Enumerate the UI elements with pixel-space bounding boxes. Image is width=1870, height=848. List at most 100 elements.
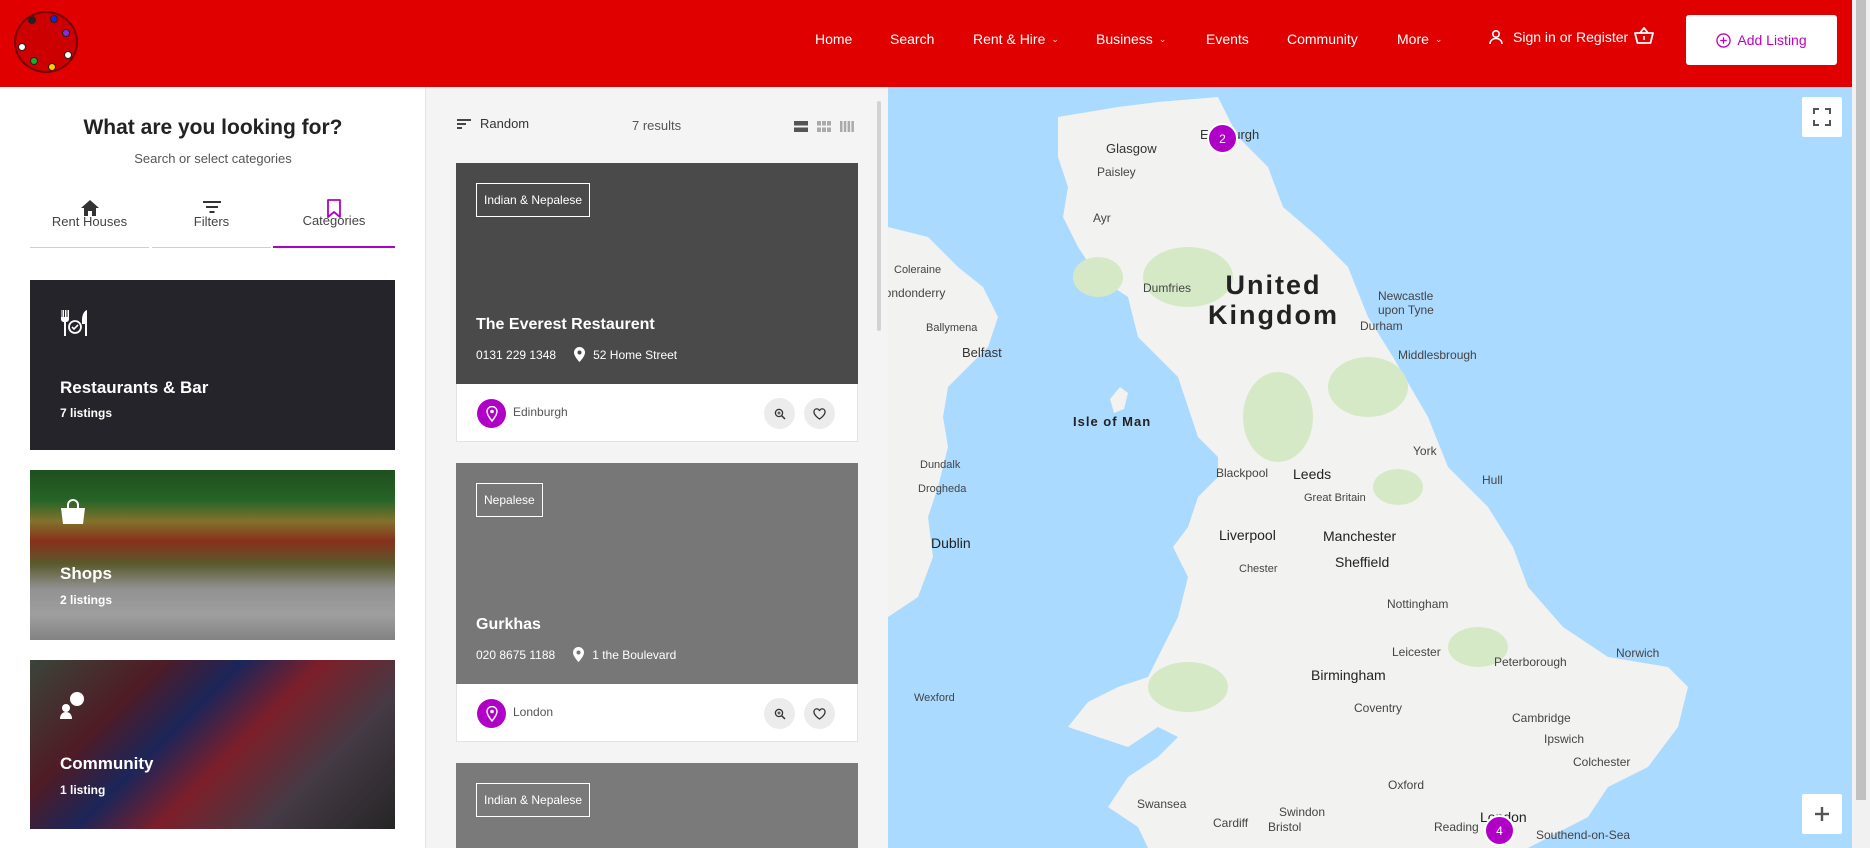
sort-dropdown[interactable]: Random (456, 116, 529, 131)
category-name: Shops (60, 564, 112, 583)
tab-rent-houses[interactable]: Rent Houses (30, 191, 149, 248)
location-pin-icon (477, 699, 506, 728)
map-city-label: Blackpool (1216, 466, 1269, 480)
sidebar-title: What are you looking for? (83, 116, 343, 139)
sign-in-label: Sign in or Register (1513, 29, 1629, 45)
plus-circle-icon (1716, 32, 1732, 48)
listing-location[interactable]: London (513, 705, 553, 719)
scrollbar-thumb[interactable] (1856, 0, 1866, 800)
chevron-down-icon: ⌄ (1434, 33, 1443, 44)
map-city-label: Dumfries (1143, 281, 1192, 295)
page-scrollbar[interactable] (1852, 0, 1870, 848)
map-pin-icon (573, 647, 585, 662)
map-city-label: Reading (1434, 820, 1479, 834)
heart-icon[interactable] (804, 698, 835, 729)
site-logo[interactable] (14, 11, 78, 73)
chevron-down-icon: ⌄ (1158, 33, 1167, 44)
column-view-icon[interactable] (840, 119, 854, 132)
map-country-label: United Kingdom (1208, 270, 1339, 330)
map-cluster-marker[interactable]: 2 (1207, 123, 1238, 154)
category-name: Restaurants & Bar (60, 378, 209, 397)
cluster-count: 4 (1496, 823, 1503, 838)
listing-address: 52 Home Street (574, 347, 677, 362)
category-count: 7 listings (60, 406, 113, 420)
list-scrollbar[interactable] (877, 101, 881, 331)
restaurant-icon (58, 308, 90, 343)
map-land (888, 97, 1688, 848)
zoom-icon[interactable] (764, 398, 795, 429)
map-city-label: Swansea (1137, 797, 1187, 811)
listing-badge: Indian & Nepalese (476, 783, 591, 817)
logo-dot (28, 16, 36, 24)
nav-label: Events (1206, 31, 1249, 47)
tab-filters[interactable]: Filters (152, 191, 271, 248)
nav-label: Rent & Hire (973, 31, 1046, 47)
listing-title[interactable]: The Everest Restaurent (476, 316, 655, 334)
map-city-label: Dublin (931, 535, 971, 551)
map-city-label: Colchester (1573, 755, 1631, 769)
nav-community[interactable]: Community (1287, 31, 1358, 47)
zoom-in-button[interactable] (1802, 794, 1842, 834)
nav-business[interactable]: Business ⌄ (1096, 31, 1166, 47)
sort-label: Random (480, 116, 530, 131)
listing-card[interactable]: Nepalese Gurkhas 020 8675 1188 1 the Bou… (456, 463, 858, 742)
nav-events[interactable]: Events (1206, 31, 1249, 47)
sidebar-subtitle: Search or select categories (134, 151, 292, 166)
cluster-count: 2 (1219, 131, 1226, 146)
nav-search[interactable]: Search (890, 31, 934, 47)
listing-card[interactable]: Indian & Nepalese The Everest Restaurent… (456, 163, 858, 442)
listing-phone: 0131 229 1348 (476, 347, 557, 362)
tab-label: Rent Houses (51, 214, 128, 229)
map-city-label: Norwich (1616, 646, 1660, 660)
nav-rent-hire[interactable]: Rent & Hire ⌄ (973, 31, 1059, 47)
list-view-icon[interactable] (794, 119, 808, 132)
logo-dot (64, 51, 72, 59)
logo-dot (48, 63, 56, 71)
category-shops[interactable]: Shops 2 listings (30, 470, 395, 640)
map-view[interactable]: UnitedKingdom Isle of Man Glasgow Edinbu… (888, 87, 1852, 848)
map-city-label: Bristol (1268, 820, 1302, 834)
listing-address-text: 1 the Boulevard (592, 647, 677, 662)
heart-icon[interactable] (804, 398, 835, 429)
zoom-icon[interactable] (764, 698, 795, 729)
category-overlay (30, 660, 395, 829)
map-city-label: Sheffield (1335, 554, 1390, 570)
grid-view-icon[interactable] (817, 119, 831, 132)
add-listing-button[interactable]: Add Listing (1686, 15, 1837, 65)
shopping-bag-icon (58, 498, 88, 531)
nav-more[interactable]: More ⌄ (1397, 31, 1442, 47)
nav-label: Search (890, 31, 935, 47)
sign-in-link[interactable]: Sign in or Register (1488, 29, 1628, 45)
nav-label: Community (1287, 31, 1358, 47)
nav-label: More (1397, 31, 1429, 47)
logo-dot (30, 57, 38, 65)
map-city-label: Belfast (962, 345, 1002, 360)
listing-address-text: 52 Home Street (593, 347, 678, 362)
map-cluster-marker[interactable]: 4 (1484, 815, 1515, 846)
category-community[interactable]: Community 1 listing (30, 660, 395, 829)
listing-card[interactable]: Indian & Nepalese (456, 763, 858, 848)
map-city-label: Wexford (914, 692, 955, 704)
map-city-label: Ballymena (926, 322, 978, 334)
logo-dot (50, 15, 58, 23)
tab-categories[interactable]: Categories (273, 191, 395, 248)
map-city-label: Chester (1239, 563, 1278, 575)
map-city-label: York (1413, 444, 1437, 458)
map-city-label: Dundalk (920, 459, 961, 471)
logo-dot (62, 29, 70, 37)
map-city-label: Middlesbrough (1398, 348, 1477, 362)
category-restaurants-bar[interactable]: Restaurants & Bar 7 listings (30, 280, 395, 450)
nav-label: Business (1096, 31, 1153, 47)
basket-icon[interactable] (1634, 26, 1654, 50)
listing-location[interactable]: Edinburgh (513, 405, 568, 419)
map-city-label: Leicester (1392, 645, 1441, 659)
listing-title[interactable]: Gurkhas (476, 616, 541, 634)
listing-badge: Nepalese (476, 483, 543, 517)
map-city-label: Leeds (1293, 466, 1332, 482)
fullscreen-icon (1813, 108, 1831, 126)
category-overlay (30, 470, 395, 640)
map-city-label: Southend-on-Sea (1536, 828, 1631, 842)
nav-home[interactable]: Home (815, 31, 852, 47)
map-city-label: Birmingham (1311, 667, 1386, 683)
fullscreen-button[interactable] (1802, 97, 1842, 137)
